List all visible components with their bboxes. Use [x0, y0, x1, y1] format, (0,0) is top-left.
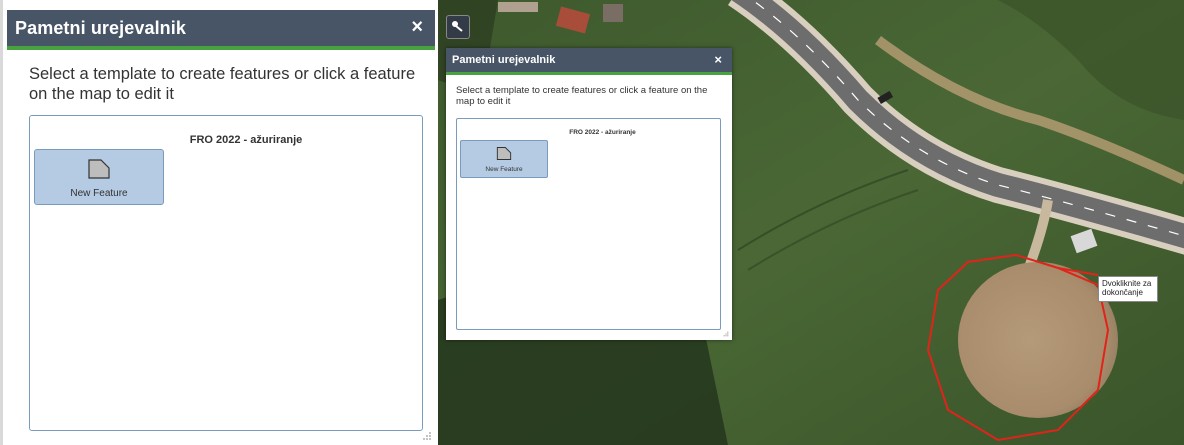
layer-title: FRO 2022 - ažuriranje [569, 129, 636, 136]
close-button[interactable]: × [411, 16, 423, 39]
instructions-text: Select a template to create features or … [456, 85, 708, 107]
resize-grip-icon[interactable] [723, 331, 729, 337]
map-tool-button[interactable] [446, 15, 470, 39]
instructions-text: Select a template to create features or … [29, 65, 416, 103]
close-button[interactable]: × [714, 52, 722, 67]
template-picker: FRO 2022 - ažuriranje New Feature [29, 115, 423, 431]
resize-grip-icon[interactable] [422, 431, 432, 441]
location-icon [452, 21, 463, 32]
panel-header: Pametni urejevalnik × [446, 48, 732, 75]
template-new-feature[interactable]: New Feature [460, 140, 548, 178]
panel-title: Pametni urejevalnik [15, 18, 186, 38]
layer-title: FRO 2022 - ažuriranje [189, 134, 303, 146]
smart-editor-panel: Pametni urejevalnik × Select a template … [446, 48, 732, 340]
polygon-icon [496, 147, 512, 160]
template-label: New Feature [485, 166, 523, 173]
panel-title: Pametni urejevalnik [452, 54, 556, 66]
smart-editor-panel-zoomed: Pametni urejevalnik × Select a template … [0, 0, 436, 445]
template-label: New Feature [70, 188, 128, 199]
map-view[interactable]: Pametni urejevalnik × Select a template … [438, 0, 1184, 445]
polygon-icon [88, 159, 110, 179]
panel-header: Pametni urejevalnik × [7, 10, 435, 50]
template-new-feature[interactable]: New Feature [34, 149, 164, 205]
draw-tooltip: Dvokliknite za dokončanje [1098, 276, 1158, 302]
template-picker: FRO 2022 - ažuriranje New Feature [456, 118, 721, 330]
